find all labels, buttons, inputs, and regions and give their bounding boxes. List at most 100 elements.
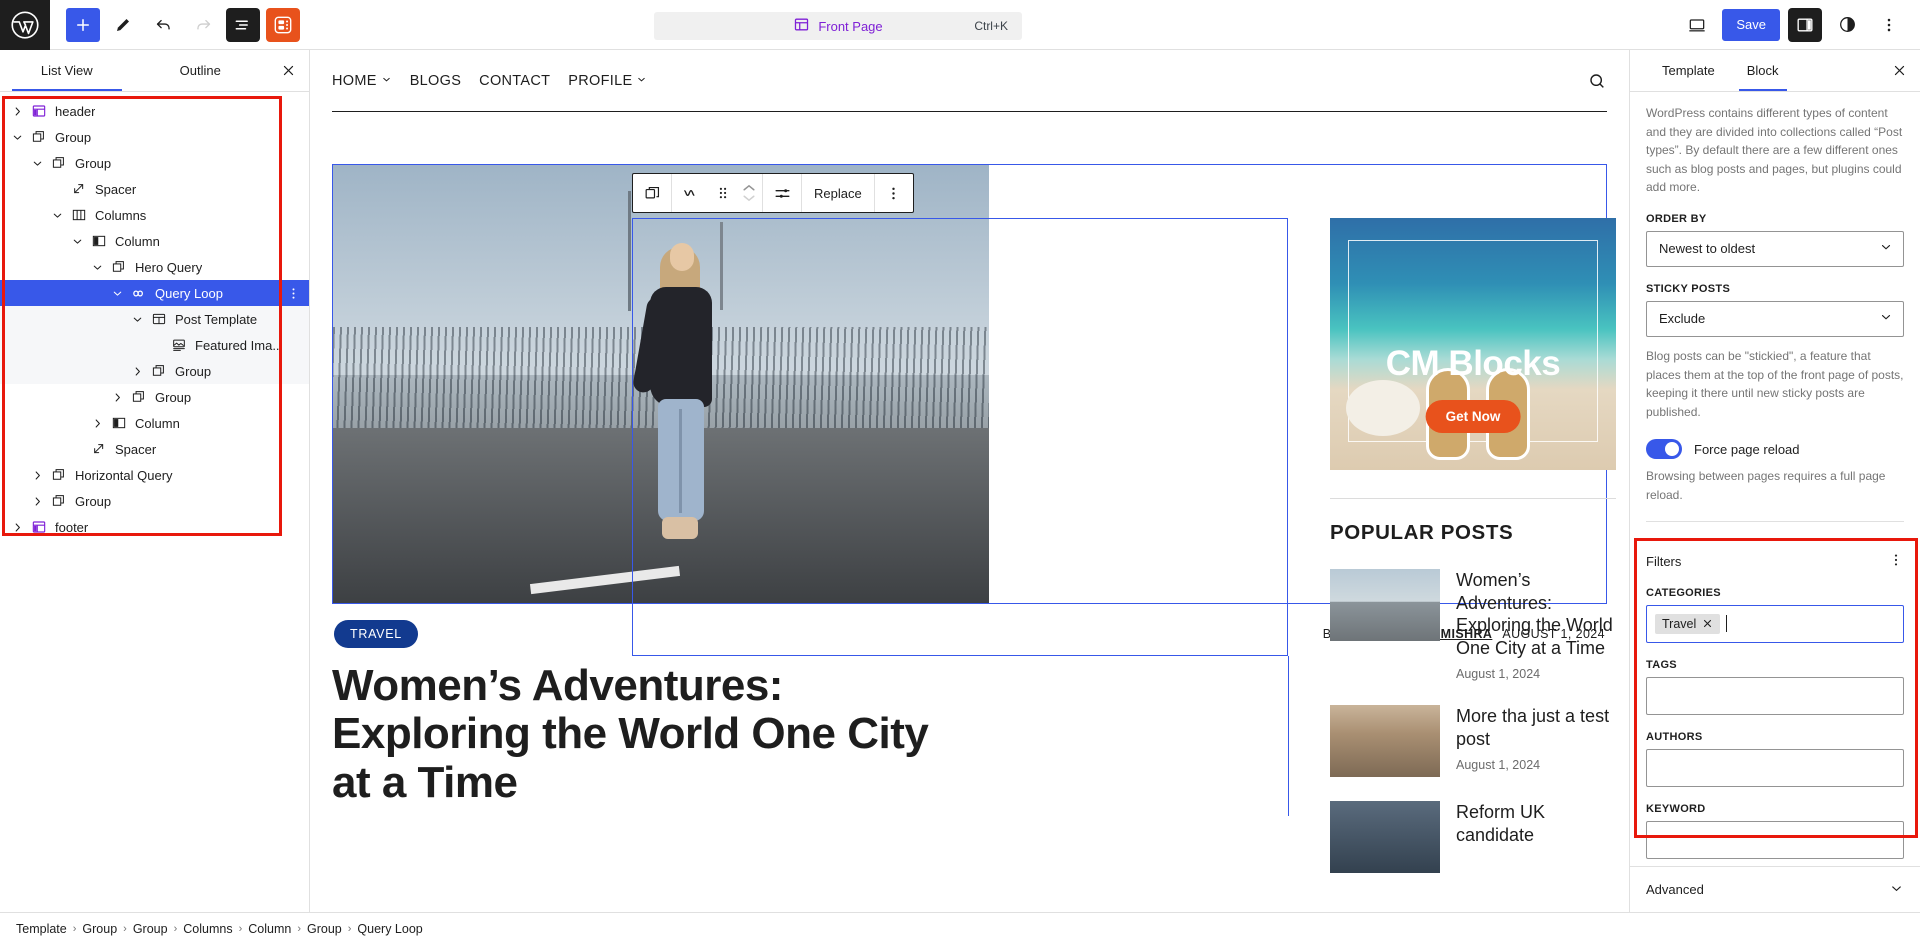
more-vertical-icon[interactable] [1872, 8, 1906, 42]
post-title[interactable]: Reform UK candidate [1456, 801, 1616, 846]
nav-item-blogs[interactable]: BLOGS [410, 73, 461, 89]
post-title[interactable]: Women’s Adventures: Exploring the World … [1456, 569, 1616, 659]
breadcrumb-item-group[interactable]: Group [133, 922, 168, 936]
undo-button[interactable] [146, 8, 180, 42]
tree-item-spacer[interactable]: Spacer [0, 176, 309, 202]
tags-input[interactable] [1646, 676, 1904, 715]
chevron-right-icon[interactable] [6, 105, 28, 118]
search-icon[interactable] [1587, 71, 1607, 91]
replace-button[interactable]: Replace [802, 174, 874, 212]
chevron-right-icon[interactable] [126, 365, 148, 378]
more-vertical-icon[interactable] [286, 286, 301, 301]
advanced-panel-toggle[interactable]: Advanced [1630, 866, 1920, 912]
desktop-icon[interactable] [1680, 8, 1714, 42]
breadcrumb-item-group[interactable]: Group [82, 922, 117, 936]
display-settings-button[interactable] [763, 174, 801, 212]
category-token[interactable]: Travel [1655, 613, 1721, 634]
popular-posts-heading: POPULAR POSTS [1330, 521, 1514, 544]
tree-item-column[interactable]: Column [0, 228, 309, 254]
divider [1330, 498, 1616, 499]
query-loop-icon[interactable] [672, 174, 710, 212]
edit-tool-button[interactable] [106, 8, 140, 42]
tree-item-post-template[interactable]: Post Template [0, 306, 309, 332]
list-view-button[interactable] [226, 7, 260, 42]
hero-post-title[interactable]: Women’s Adventures: Exploring the World … [332, 661, 972, 807]
wordpress-logo-icon[interactable] [0, 0, 50, 50]
chevron-right-icon[interactable] [106, 391, 128, 404]
tab-template[interactable]: Template [1646, 50, 1731, 91]
tree-item-footer[interactable]: footer [0, 514, 309, 540]
tab-block[interactable]: Block [1731, 50, 1795, 91]
tree-item-header[interactable]: header [0, 98, 309, 124]
sticky-posts-select[interactable]: Exclude [1646, 300, 1904, 337]
tree-item-query-loop[interactable]: Query Loop [0, 280, 309, 306]
post-template-icon [148, 311, 170, 327]
popular-post-item[interactable]: Women’s Adventures: Exploring the World … [1330, 569, 1616, 681]
tree-item-group[interactable]: Group [0, 150, 309, 176]
add-block-button[interactable] [66, 7, 100, 42]
nav-item-profile[interactable]: PROFILE [568, 73, 647, 89]
drag-dots-icon[interactable] [710, 174, 736, 212]
breadcrumb-item-column[interactable]: Column [248, 922, 291, 936]
move-block-buttons[interactable] [736, 174, 762, 212]
command-bar[interactable]: Front Page Ctrl+K [654, 12, 1022, 40]
settings-sidebar-icon[interactable] [1788, 7, 1822, 42]
force-page-reload-row[interactable]: Force page reload [1646, 439, 1904, 460]
chevron-down-icon[interactable] [86, 261, 108, 274]
popular-post-item[interactable]: More tha just a test post August 1, 2024 [1330, 705, 1616, 777]
post-title[interactable]: More tha just a test post [1456, 705, 1616, 750]
chevron-down-icon[interactable] [106, 287, 128, 300]
tree-item-hero-query[interactable]: Hero Query [0, 254, 309, 280]
close-icon[interactable] [1878, 50, 1920, 91]
tree-item-group[interactable]: Group [0, 124, 309, 150]
save-button[interactable]: Save [1722, 8, 1780, 41]
cm-blocks-plugin-button[interactable] [266, 7, 300, 42]
nav-item-home[interactable]: HOME [332, 73, 392, 89]
order-by-select[interactable]: Newest to oldest [1646, 230, 1904, 267]
breadcrumb-item-columns[interactable]: Columns [183, 922, 232, 936]
filters-panel: Filters CATEGORIES Travel TAGS AUTHORS K… [1630, 537, 1920, 866]
command-bar-shortcut: Ctrl+K [974, 19, 1008, 33]
spacer-icon [68, 181, 90, 197]
keyword-input[interactable] [1646, 820, 1904, 859]
chevron-right-icon[interactable] [26, 469, 48, 482]
tree-item-group[interactable]: Group [0, 384, 309, 410]
chevron-down-icon[interactable] [46, 209, 68, 222]
chevron-down-icon[interactable] [126, 313, 148, 326]
tree-item-group[interactable]: Group [0, 358, 309, 384]
tree-item-label: Post Template [175, 311, 258, 327]
tree-item-label: Hero Query [135, 259, 203, 275]
tree-item-group[interactable]: Group [0, 488, 309, 514]
tree-item-columns[interactable]: Columns [0, 202, 309, 228]
chevron-down-icon[interactable] [66, 235, 88, 248]
categories-input[interactable]: Travel [1646, 604, 1904, 643]
promo-banner[interactable]: CM Blocks Get Now [1330, 218, 1616, 470]
force-page-reload-toggle[interactable] [1646, 439, 1682, 460]
contrast-styles-icon[interactable] [1830, 8, 1864, 42]
status-badge[interactable]: TRAVEL [334, 620, 418, 648]
close-icon[interactable] [267, 50, 309, 91]
nav-item-contact[interactable]: CONTACT [479, 73, 550, 89]
close-icon[interactable] [1702, 618, 1713, 629]
breadcrumb-item-template[interactable]: Template [16, 922, 67, 936]
tree-item-featured-ima[interactable]: Featured Ima... [0, 332, 309, 358]
tree-item-spacer[interactable]: Spacer [0, 436, 309, 462]
chevron-down-icon[interactable] [6, 131, 28, 144]
more-vertical-icon[interactable] [1888, 552, 1904, 571]
tree-item-horizontal-query[interactable]: Horizontal Query [0, 462, 309, 488]
tab-list-view[interactable]: List View [0, 50, 134, 91]
popular-post-item[interactable]: Reform UK candidate [1330, 801, 1616, 873]
chevron-down-icon[interactable] [26, 157, 48, 170]
chevron-right-icon[interactable] [86, 417, 108, 430]
redo-button[interactable] [186, 8, 220, 42]
breadcrumb-item-group[interactable]: Group [307, 922, 342, 936]
parent-block-button[interactable] [633, 174, 671, 212]
chevron-right-icon[interactable] [6, 521, 28, 534]
tree-item-column[interactable]: Column [0, 410, 309, 436]
authors-input[interactable] [1646, 748, 1904, 787]
tab-outline[interactable]: Outline [134, 50, 268, 91]
chevron-right-icon[interactable] [26, 495, 48, 508]
get-now-button[interactable]: Get Now [1425, 400, 1521, 433]
breadcrumb-item-query-loop[interactable]: Query Loop [357, 922, 422, 936]
block-options-button[interactable] [875, 174, 913, 212]
